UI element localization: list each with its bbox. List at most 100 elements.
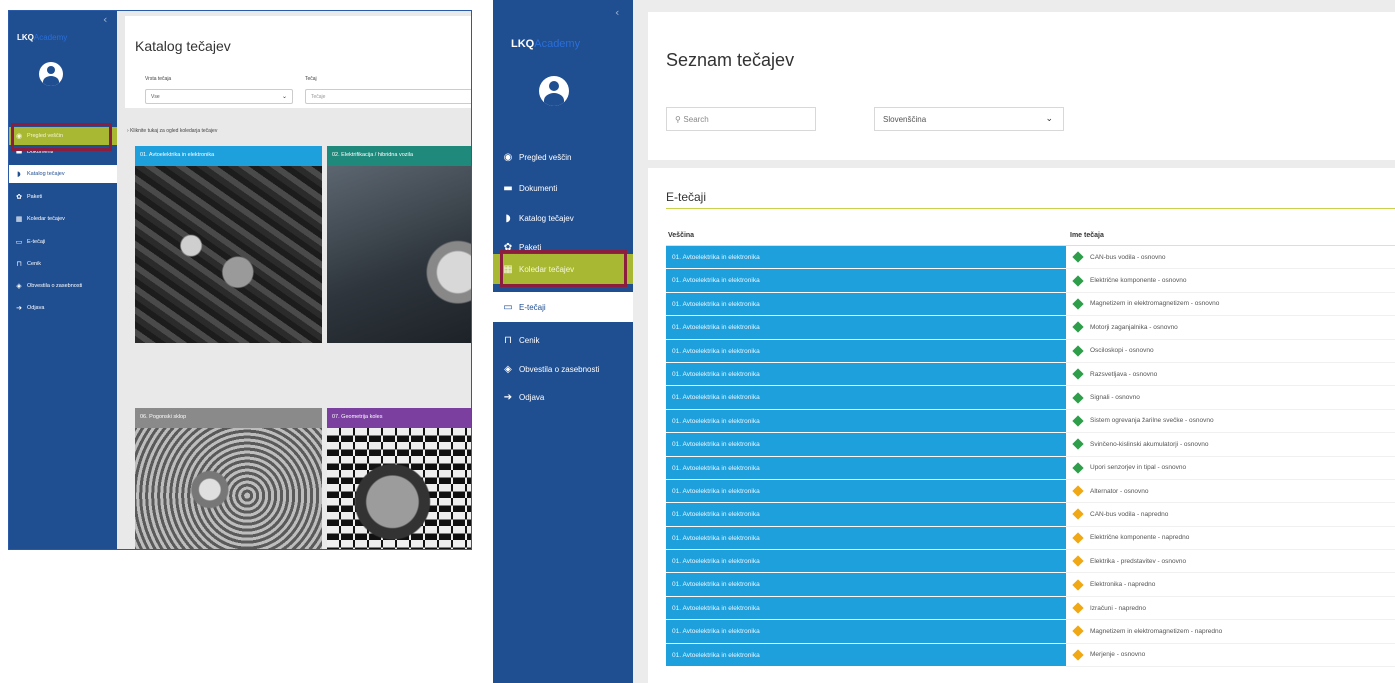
course-name-cell[interactable]: CAN-bus vodila - napredno <box>1066 503 1395 527</box>
table-row[interactable]: 01. Avtoelektrika in elektronika Upori se… <box>666 456 1395 480</box>
sidebar-item-katalog-te-ajev[interactable]: ◗ Katalog tečajev <box>9 165 117 183</box>
sidebar-item-pregled-ve-in[interactable]: ◉ Pregled veščin <box>493 142 633 172</box>
sidebar-item-obvestila-o-zasebnosti[interactable]: ◈ Obvestila o zasebnosti <box>493 354 633 384</box>
table-row[interactable]: 01. Avtoelektrika in elektronika Izračuni… <box>666 596 1395 621</box>
search-input[interactable]: ⚲ Search <box>666 107 816 131</box>
course-card-title: 02. Elektrifikacija / hibridna vozila <box>327 146 471 166</box>
course-name: Električne komponente - napredno <box>1090 534 1190 542</box>
table-row[interactable]: 01. Avtoelektrika in elektronika Sistem o… <box>666 409 1395 434</box>
sidebar-item-label: Dokumenti <box>519 183 558 193</box>
sidebar-item-cenik[interactable]: ⊓ Cenik <box>9 255 117 273</box>
table-row[interactable]: 01. Avtoelektrika in elektronika Svinčeno… <box>666 433 1395 457</box>
bookmark-icon: ◗ <box>505 212 511 224</box>
table-row[interactable]: 01. Avtoelektrika in elektronika Elektron… <box>666 573 1395 597</box>
sidebar-item-odjava[interactable]: ➔ Odjava <box>493 382 633 412</box>
table-row[interactable]: 01. Avtoelektrika in elektronika Alternat… <box>666 479 1395 504</box>
course-name-cell[interactable]: Osciloskopi - osnovno <box>1066 340 1395 363</box>
calendar-link[interactable]: › Kliknite tukaj za ogled koledarja teča… <box>127 128 217 134</box>
table-row[interactable]: 01. Avtoelektrika in elektronika Električ… <box>666 526 1395 551</box>
table-row[interactable]: 01. Avtoelektrika in elektronika Motorji … <box>666 316 1395 340</box>
table-row[interactable]: 01. Avtoelektrika in elektronika Magnetiz… <box>666 292 1395 317</box>
main-content: Katalog tečajev Vrsta tečaja Tečaj Vse ⌄ … <box>117 11 471 549</box>
table-row[interactable]: 01. Avtoelektrika in elektronika CAN-bus … <box>666 246 1395 270</box>
basic-level-icon <box>1072 345 1084 357</box>
course-name-cell[interactable]: Električne komponente - osnovno <box>1066 269 1395 293</box>
avatar[interactable] <box>539 76 569 106</box>
skill-cell: 01. Avtoelektrika in elektronika <box>666 526 1066 551</box>
sidebar: ‹ LKQAcademy ◉ Pregled veščin ▬ Dokumenti ◗ K… <box>493 0 633 683</box>
sidebar-item-dokumenti[interactable]: ▬ Dokumenti <box>493 173 633 203</box>
table-header: Veščina Ime tečaja <box>666 226 1395 246</box>
table-row[interactable]: 01. Avtoelektrika in elektronika Razsvetl… <box>666 362 1395 387</box>
sidebar-item-koledar-te-ajev[interactable]: ▦ Koledar tečajev <box>493 254 633 284</box>
course-name-cell[interactable]: CAN-bus vodila - osnovno <box>1066 246 1395 270</box>
sidebar-item-odjava[interactable]: ➔ Odjava <box>9 299 117 317</box>
sidebar-item-e-te-aji[interactable]: ▭ E-tečaji <box>493 292 633 322</box>
course-type-select[interactable]: Vse ⌄ <box>145 89 293 104</box>
sidebar-item-katalog-te-ajev[interactable]: ◗ Katalog tečajev <box>493 203 633 233</box>
advanced-level-icon <box>1072 555 1084 567</box>
course-name-cell[interactable]: Izračuni - napredno <box>1066 597 1395 621</box>
course-name-cell[interactable]: Motorji zaganjalnika - osnovno <box>1066 316 1395 340</box>
course-name-cell[interactable]: Svinčeno-kislinski akumulatorji - osnovn… <box>1066 433 1395 457</box>
language-select[interactable]: Slovenščina ⌄ <box>874 107 1064 131</box>
sidebar-item-koledar-te-ajev[interactable]: ▦ Koledar tečajev <box>9 210 117 228</box>
course-name-cell[interactable]: Alternator - osnovno <box>1066 480 1395 504</box>
privacy-icon: ◈ <box>504 363 512 375</box>
course-name-cell[interactable]: Merjenje - osnovno <box>1066 644 1395 668</box>
table-row[interactable]: 01. Avtoelektrika in elektronika CAN-bus … <box>666 503 1395 527</box>
course-name-cell[interactable]: Elektronika - napredno <box>1066 573 1395 597</box>
privacy-icon: ◈ <box>16 282 22 290</box>
table-row[interactable]: 01. Avtoelektrika in elektronika Elektrik… <box>666 550 1395 574</box>
course-input[interactable]: Tečaje <box>305 89 471 104</box>
course-name-cell[interactable]: Elektrika - predstavitev - osnovno <box>1066 550 1395 574</box>
course-name-cell[interactable]: Električne komponente - napredno <box>1066 527 1395 551</box>
sidebar-item-paketi[interactable]: ✿ Paketi <box>9 188 117 206</box>
sidebar-item-label: Katalog tečajev <box>27 171 65 177</box>
course-type-label: Vrsta tečaja <box>145 76 172 82</box>
price-tag-icon: ⊓ <box>16 260 22 268</box>
course-name-cell[interactable]: Signali - osnovno <box>1066 386 1395 410</box>
column-header-skill[interactable]: Veščina <box>666 226 1066 245</box>
sidebar-item-dokumenti[interactable]: ▬ Dokumenti <box>9 143 117 161</box>
course-card[interactable]: 07. Geometrija koles <box>327 408 471 549</box>
sidebar-item-label: Odjava <box>519 392 545 402</box>
sidebar-item-e-te-aji[interactable]: ▭ E-tečaji <box>9 233 117 251</box>
course-name-cell[interactable]: Razsvetljava - osnovno <box>1066 363 1395 387</box>
course-name-cell[interactable]: Sistem ogrevanja žarilne svečke - osnovn… <box>1066 410 1395 434</box>
sidebar-item-label: Odjava <box>27 305 45 311</box>
course-card-image <box>327 428 471 549</box>
table-row[interactable]: 01. Avtoelektrika in elektronika Električ… <box>666 269 1395 293</box>
sidebar-item-label: Paketi <box>27 194 43 200</box>
course-card[interactable]: 02. Elektrifikacija / hibridna vozila <box>327 146 471 343</box>
course-card[interactable]: 01. Avtoelektrika in elektronika <box>135 146 322 343</box>
table-row[interactable]: 01. Avtoelektrika in elektronika Signali … <box>666 386 1395 410</box>
sidebar-item-label: Koledar tečajev <box>27 216 65 222</box>
course-name-cell[interactable]: Magnetizem in elektromagnetizem - napred… <box>1066 620 1395 644</box>
table-row[interactable]: 01. Avtoelektrika in elektronika Merjenje… <box>666 643 1395 668</box>
course-card[interactable]: 06. Pogonski sklop <box>135 408 322 549</box>
package-icon: ✿ <box>503 241 513 253</box>
column-header-course-name[interactable]: Ime tečaja <box>1066 226 1395 245</box>
table-row[interactable]: 01. Avtoelektrika in elektronika Oscilosk… <box>666 339 1395 363</box>
basic-level-icon <box>1072 274 1084 287</box>
skill-cell: 01. Avtoelektrika in elektronika <box>666 596 1066 621</box>
course-card-image <box>327 166 471 343</box>
course-name-cell[interactable]: Upori senzorjev in tipal - osnovno <box>1066 457 1395 480</box>
monitor-icon: ▭ <box>503 301 513 313</box>
course-card-image <box>135 428 322 549</box>
course-name: CAN-bus vodila - osnovno <box>1090 253 1166 261</box>
avatar[interactable] <box>39 62 63 86</box>
course-name-cell[interactable]: Magnetizem in elektromagnetizem - osnovn… <box>1066 293 1395 317</box>
collapse-sidebar-icon[interactable]: ‹ <box>103 13 107 26</box>
table-row[interactable]: 01. Avtoelektrika in elektronika Magnetiz… <box>666 620 1395 644</box>
sidebar-item-obvestila-o-zasebnosti[interactable]: ◈ Obvestila o zasebnosti <box>9 277 117 295</box>
price-tag-icon: ⊓ <box>504 334 512 346</box>
sidebar-item-cenik[interactable]: ⊓ Cenik <box>493 325 633 355</box>
collapse-sidebar-icon[interactable]: ‹ <box>615 6 619 19</box>
skill-cell: 01. Avtoelektrika in elektronika <box>666 339 1066 363</box>
basic-level-icon <box>1072 415 1084 427</box>
skill-cell: 01. Avtoelektrika in elektronika <box>666 643 1066 668</box>
advanced-level-icon <box>1072 508 1084 521</box>
logout-icon: ➔ <box>503 391 513 403</box>
